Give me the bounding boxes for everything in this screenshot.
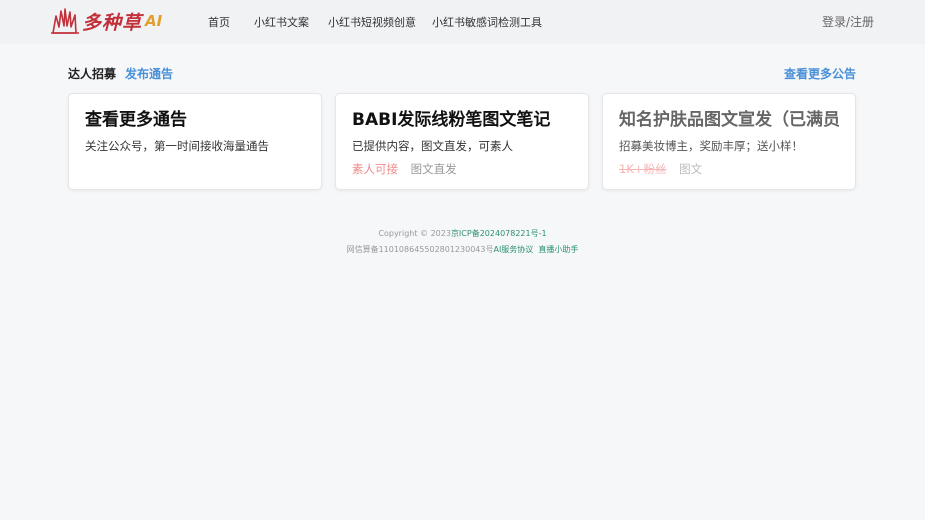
card-tags: 1K+粉丝 图文 bbox=[619, 162, 839, 176]
brand-logo[interactable]: 多种草 AI bbox=[50, 5, 162, 37]
section-title: 达人招募 bbox=[68, 67, 117, 81]
view-more-notices-link[interactable]: 查看更多公告 bbox=[784, 65, 856, 82]
card-title: 知名护肤品图文宣发（已满员） bbox=[619, 110, 839, 130]
algorithm-record-text: 网信算备110108645502801230043号 bbox=[346, 245, 494, 254]
tag-requirement: 素人可接 bbox=[352, 162, 398, 176]
card-title: 查看更多通告 bbox=[85, 110, 187, 130]
live-assistant-link[interactable]: 直播小助手 bbox=[538, 245, 578, 254]
login-register-link[interactable]: 登录/注册 bbox=[822, 13, 874, 30]
top-navbar: 多种草 AI 首页 小红书文案 小红书短视频创意 小红书敏感词检测工具 登录/注… bbox=[0, 0, 925, 44]
nav-item-home[interactable]: 首页 bbox=[208, 14, 230, 30]
brand-ai-badge: AI bbox=[145, 12, 163, 30]
notice-card[interactable]: 知名护肤品图文宣发（已满员） 招募美妆博主，奖励丰厚；送小样！ 1K+粉丝 图文 bbox=[602, 93, 856, 190]
card-tags: 素人可接 图文直发 bbox=[352, 162, 572, 176]
tag-requirement: 1K+粉丝 bbox=[619, 162, 667, 176]
publish-notice-link[interactable]: 发布通告 bbox=[125, 65, 173, 82]
notice-card[interactable]: BABI发际线粉笔图文笔记 已提供内容，图文直发，可素人 素人可接 图文直发 bbox=[335, 93, 589, 190]
tag-format: 图文 bbox=[679, 162, 703, 176]
tag-format: 图文直发 bbox=[410, 162, 457, 176]
card-description: 关注公众号，第一时间接收海量通告 bbox=[85, 139, 269, 153]
recruitment-section-header: 达人招募 发布通告 查看更多公告 bbox=[68, 65, 856, 81]
nav-item-copywriting[interactable]: 小红书文案 bbox=[254, 14, 309, 30]
notice-card[interactable]: 查看更多通告 关注公众号，第一时间接收海量通告 bbox=[68, 93, 322, 190]
card-description: 已提供内容，图文直发，可素人 bbox=[352, 139, 513, 153]
nav-item-video-ideas[interactable]: 小红书短视频创意 bbox=[328, 14, 416, 30]
card-title: BABI发际线粉笔图文笔记 bbox=[352, 110, 551, 130]
nav-item-sensitive-word-tool[interactable]: 小红书敏感词检测工具 bbox=[432, 14, 542, 30]
grass-logo-icon bbox=[51, 8, 79, 34]
brand-name: 多种草 bbox=[82, 11, 143, 34]
ai-service-agreement-link[interactable]: AI服务协议 bbox=[493, 245, 533, 254]
footer: Copyright © 2023京ICP备2024078221号-1 网信算备1… bbox=[0, 229, 925, 261]
card-description: 招募美妆博主，奖励丰厚；送小样！ bbox=[619, 139, 803, 153]
icp-record-link[interactable]: 京ICP备2024078221号-1 bbox=[451, 229, 547, 238]
copyright-text: Copyright © 2023 bbox=[378, 229, 451, 238]
